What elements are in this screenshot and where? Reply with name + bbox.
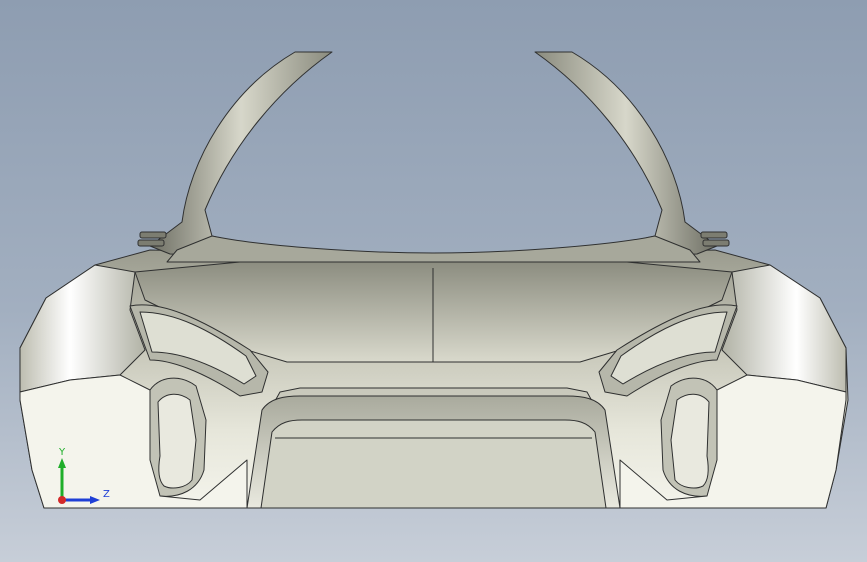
car-body-model[interactable] <box>19 51 849 509</box>
lower-intake-inner <box>260 419 607 509</box>
left-arch-pillar <box>149 51 333 257</box>
right-arch-pillar <box>534 51 718 257</box>
cad-viewport[interactable]: Y Z <box>0 0 867 562</box>
cad-model-canvas[interactable]: Y Z <box>0 0 867 562</box>
y-axis-label: Y <box>58 447 66 458</box>
top-deck <box>166 235 701 263</box>
z-axis-label: Z <box>103 489 110 500</box>
left-fog-inner <box>157 393 197 489</box>
x-axis-origin-dot <box>58 496 66 504</box>
right-fog-inner <box>670 393 710 489</box>
